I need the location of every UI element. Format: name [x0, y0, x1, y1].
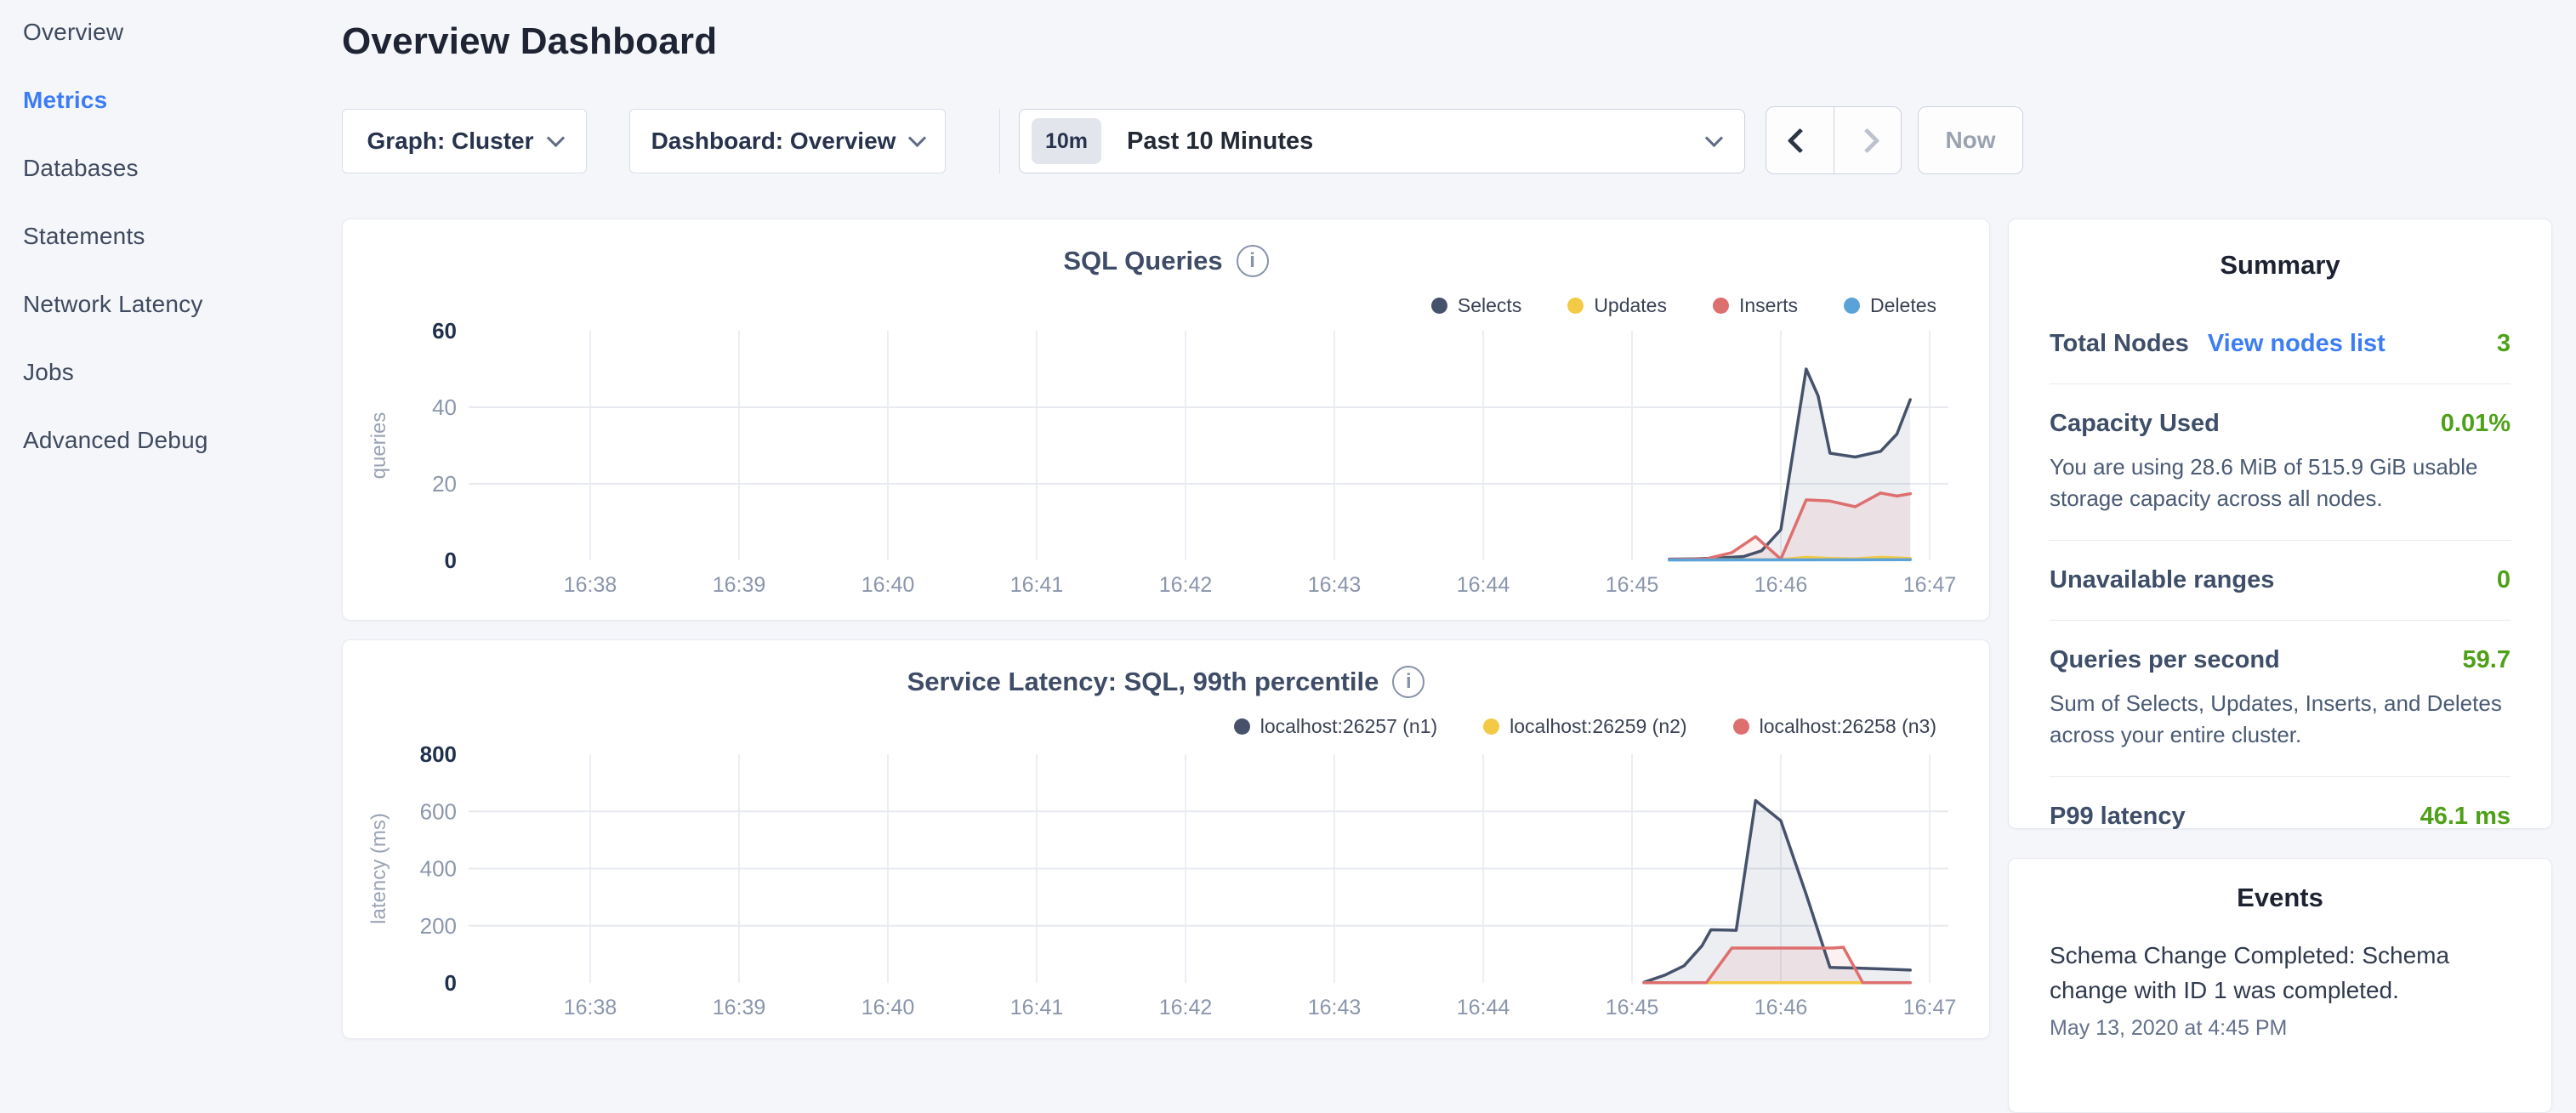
- y-axis-tick-label: 800: [420, 741, 457, 767]
- summary-title: Summary: [2050, 250, 2511, 281]
- chevron-down-icon: [546, 128, 564, 146]
- sidebar-item-jobs[interactable]: Jobs: [0, 359, 340, 427]
- sidebar-item-metrics[interactable]: Metrics: [0, 87, 340, 155]
- x-axis-tick-label: 16:41: [1010, 573, 1064, 597]
- events-title: Events: [2050, 883, 2511, 913]
- summary-row-label: Capacity Used: [2050, 410, 2220, 438]
- summary-row-label: Queries per second: [2050, 646, 2280, 674]
- toolbar-divider: [999, 109, 1000, 173]
- x-axis-tick-label: 16:45: [1606, 996, 1659, 1019]
- time-step-buttons: [1766, 106, 1902, 174]
- x-axis-tick-label: 16:40: [862, 573, 915, 597]
- chevron-right-icon: [1855, 128, 1880, 153]
- summary-row: Unavailable ranges 0: [2050, 540, 2511, 620]
- summary-row-description: Sum of Selects, Updates, Inserts, and De…: [2050, 688, 2511, 751]
- summary-row-description: You are using 28.6 MiB of 515.9 GiB usab…: [2050, 451, 2511, 514]
- summary-row-line: P99 latency 46.1 ms: [2050, 803, 2511, 831]
- y-axis-tick-label: 60: [432, 318, 457, 344]
- summary-row: Queries per second 59.7 Sum of Selects, Up…: [2050, 620, 2511, 776]
- x-axis-tick-label: 16:42: [1159, 573, 1213, 597]
- main-content: Overview Dashboard: [342, 0, 1990, 63]
- summary-row-value: 46.1 ms: [2420, 803, 2511, 831]
- x-axis-tick-label: 16:46: [1754, 573, 1808, 597]
- dashboard-dropdown[interactable]: Dashboard: Overview: [629, 109, 946, 173]
- y-axis-tick-label: 200: [420, 913, 457, 939]
- x-axis-tick-label: 16:47: [1903, 996, 1957, 1019]
- summary-row-value: 3: [2497, 330, 2511, 358]
- x-axis-tick-label: 16:40: [862, 996, 915, 1019]
- x-axis-tick-label: 16:44: [1457, 996, 1510, 1019]
- summary-row: Capacity Used 0.01% You are using 28.6 MiB…: [2050, 383, 2511, 540]
- summary-row-value: 0: [2497, 566, 2511, 594]
- service-latency-chart-card: Service Latency: SQL, 99th percentile i …: [342, 639, 1990, 1039]
- chevron-left-icon: [1787, 128, 1812, 153]
- summary-panel: Summary Total Nodes View nodes list 3 Capac…: [2008, 219, 2552, 829]
- y-axis-tick-label: 0: [445, 970, 457, 996]
- event-timestamp: May 13, 2020 at 4:45 PM: [2050, 1016, 2511, 1041]
- x-axis-tick-label: 16:39: [713, 996, 766, 1019]
- chevron-down-icon: [908, 128, 926, 146]
- x-axis-tick-label: 16:45: [1606, 573, 1659, 597]
- sidebar-item-databases[interactable]: Databases: [0, 155, 340, 223]
- summary-row-label: Total Nodes: [2050, 330, 2189, 358]
- summary-rows: Total Nodes View nodes list 3 Capacity Used…: [2050, 304, 2511, 856]
- dashboard-label: Dashboard: Overview: [651, 128, 896, 155]
- summary-row-line: Queries per second 59.7: [2050, 646, 2511, 674]
- x-axis-tick-label: 16:38: [564, 996, 617, 1019]
- chart-plot[interactable]: 16:38 16:39 16:40 16:41 16:42 16:43 16:44 16:45…: [343, 640, 1991, 1040]
- y-axis-tick-label: 400: [420, 856, 457, 882]
- time-back-button[interactable]: [1766, 107, 1834, 173]
- view-nodes-link[interactable]: View nodes list: [2208, 330, 2386, 358]
- events-panel: Events Schema Change Completed: Schema c…: [2008, 858, 2552, 1113]
- sidebar-item-network-latency[interactable]: Network Latency: [0, 291, 340, 359]
- time-range-label: Past 10 Minutes: [1127, 128, 1708, 156]
- events-list: Schema Change Completed: Schema change w…: [2050, 939, 2511, 1041]
- summary-row-line: Unavailable ranges 0: [2050, 566, 2511, 594]
- summary-row-line: Total Nodes View nodes list 3: [2050, 330, 2511, 358]
- sidebar-nav: OverviewMetricsDatabasesStatementsNetwor…: [0, 0, 340, 1051]
- x-axis-tick-label: 16:38: [564, 573, 617, 597]
- summary-row-label: P99 latency: [2050, 803, 2186, 831]
- chart-plot[interactable]: 16:38 16:39 16:40 16:41 16:42 16:43 16:44 16:45…: [343, 219, 1991, 622]
- event-item[interactable]: Schema Change Completed: Schema change w…: [2050, 939, 2511, 1041]
- summary-row-value: 59.7: [2463, 646, 2511, 674]
- x-axis-tick-label: 16:43: [1308, 996, 1362, 1019]
- graph-scope-label: Graph: Cluster: [367, 128, 533, 155]
- summary-row: Total Nodes View nodes list 3: [2050, 304, 2511, 383]
- x-axis-tick-label: 16:46: [1754, 996, 1808, 1019]
- time-range-badge: 10m: [1032, 118, 1101, 164]
- summary-row-label: Unavailable ranges: [2050, 566, 2274, 594]
- summary-row-value: 0.01%: [2441, 410, 2511, 438]
- x-axis-tick-label: 16:41: [1010, 996, 1064, 1019]
- x-axis-tick-label: 16:44: [1457, 573, 1510, 597]
- toolbar: Graph: Cluster Dashboard: Overview 10m P…: [342, 109, 2553, 175]
- sidebar-item-statements[interactable]: Statements: [0, 223, 340, 291]
- sql-queries-chart-card: SQL Queries i SelectsUpdatesInsertsDelet…: [342, 219, 1990, 621]
- y-axis-tick-label: 40: [432, 395, 457, 420]
- db-console-page: OverviewMetricsDatabasesStatementsNetwor…: [0, 0, 2576, 1051]
- x-axis-tick-label: 16:43: [1308, 573, 1362, 597]
- x-axis-tick-label: 16:47: [1903, 573, 1957, 597]
- time-range-dropdown[interactable]: 10m Past 10 Minutes: [1019, 109, 1745, 173]
- summary-row-line: Capacity Used 0.01%: [2050, 410, 2511, 438]
- summary-row: P99 latency 46.1 ms: [2050, 776, 2511, 856]
- now-button[interactable]: Now: [1918, 106, 2023, 174]
- y-axis-title: queries: [367, 412, 390, 480]
- time-forward-button[interactable]: [1834, 107, 1902, 173]
- y-axis-tick-label: 600: [420, 798, 457, 824]
- sidebar-item-advanced-debug[interactable]: Advanced Debug: [0, 427, 340, 495]
- page-title: Overview Dashboard: [342, 20, 1990, 63]
- y-axis-tick-label: 0: [445, 548, 457, 573]
- graph-scope-dropdown[interactable]: Graph: Cluster: [342, 109, 587, 173]
- chevron-down-icon: [1705, 128, 1723, 146]
- event-text: Schema Change Completed: Schema change w…: [2050, 939, 2511, 1008]
- x-axis-tick-label: 16:42: [1159, 996, 1213, 1019]
- sidebar-item-overview[interactable]: Overview: [0, 19, 340, 87]
- y-axis-tick-label: 20: [432, 471, 457, 497]
- x-axis-tick-label: 16:39: [713, 573, 766, 597]
- y-axis-title: latency (ms): [367, 813, 390, 924]
